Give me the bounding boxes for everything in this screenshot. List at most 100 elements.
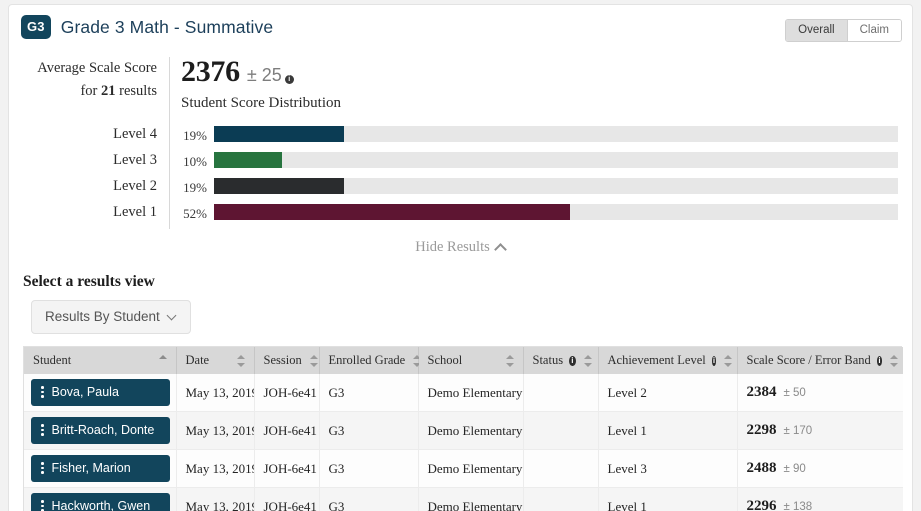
bar-track <box>214 178 898 194</box>
grade-badge: G3 <box>21 15 51 39</box>
student-chip[interactable]: Hackworth, Gwen <box>31 493 170 511</box>
average-score-value: 2376 <box>181 55 240 88</box>
cell-achievement-level: Level 3 <box>598 449 738 488</box>
bar-track <box>214 204 898 220</box>
cell-achievement-level: Level 2 <box>598 374 738 412</box>
chevron-down-icon <box>168 312 177 321</box>
column-header-student[interactable]: Student <box>24 347 177 374</box>
results-table: Student Date Session Enrolled Grade Scho… <box>24 347 903 511</box>
tab-overall[interactable]: Overall <box>786 20 847 41</box>
sort-asc-icon[interactable] <box>151 354 168 367</box>
info-icon[interactable]: i <box>284 75 294 84</box>
student-name: Fisher, Marion <box>51 461 131 475</box>
sort-icon[interactable] <box>302 354 318 367</box>
column-label: Student <box>33 353 72 367</box>
level-label: Level 1 <box>113 204 157 220</box>
cell-date: May 13, 2019 <box>176 449 255 488</box>
scale-score-value: 2298 <box>746 422 777 438</box>
bar-fill <box>214 178 344 194</box>
results-count-label: for 21 results <box>9 83 157 100</box>
cell-school: Demo Elementary <box>418 411 524 450</box>
cell-enrolled-grade: G3 <box>319 449 419 488</box>
column-label: Enrolled Grade <box>328 353 406 367</box>
cell-date: May 13, 2019 <box>176 487 255 511</box>
page-title: Grade 3 Math - Summative <box>60 16 274 37</box>
page-root: G3 Grade 3 Math - Summative Overall Clai… <box>0 0 921 511</box>
sort-icon[interactable] <box>716 354 733 367</box>
cell-status <box>523 374 599 412</box>
table-header-row: Student Date Session Enrolled Grade Scho… <box>24 347 903 374</box>
student-chip[interactable]: Britt-Roach, Donte <box>31 417 170 444</box>
cell-session: JOH-6e41 <box>254 374 320 412</box>
cell-school: Demo Elementary <box>418 449 524 488</box>
results-view-dropdown[interactable]: Results By Student <box>31 300 191 334</box>
header-title-group: G3 Grade 3 Math - Summative <box>21 15 273 39</box>
bar-track <box>214 126 898 142</box>
student-chip[interactable]: Fisher, Marion <box>31 455 170 482</box>
table-row: Britt-Roach, Donte May 13, 2019 JOH-6e41… <box>24 411 903 450</box>
scale-score-value: 2488 <box>746 460 777 476</box>
bar-track <box>214 152 898 168</box>
sort-icon[interactable] <box>498 354 515 367</box>
results-count-prefix: for <box>80 83 102 99</box>
table-row: Bova, Paula May 13, 2019 JOH-6e41 G3 Dem… <box>24 374 903 412</box>
cell-date: May 13, 2019 <box>176 374 255 412</box>
cell-achievement-level: Level 1 <box>598 411 738 450</box>
column-label: Achievement Level <box>607 353 706 367</box>
view-mode-toggle[interactable]: Overall Claim <box>785 19 902 42</box>
kebab-menu-icon[interactable] <box>41 462 44 474</box>
results-view-heading: Select a results view <box>23 273 155 290</box>
sort-icon[interactable] <box>882 354 898 367</box>
error-band-value: ± 170 <box>783 425 813 437</box>
error-band-value: ± 138 <box>783 501 813 511</box>
distribution-row: Level 3 10% <box>9 149 912 175</box>
bar-fill <box>214 204 570 220</box>
average-score-display: 2376 ± 25 i <box>181 55 294 89</box>
column-header-date[interactable]: Date <box>176 347 255 374</box>
column-header-school[interactable]: School <box>418 347 524 374</box>
error-band-value: ± 90 <box>783 463 806 475</box>
column-header-status[interactable]: Status i <box>523 347 599 374</box>
column-header-scale-score[interactable]: Scale Score / Error Band i <box>737 347 903 374</box>
student-chip[interactable]: Bova, Paula <box>31 379 170 406</box>
sort-icon[interactable] <box>576 354 592 367</box>
column-header-enrolled-grade[interactable]: Enrolled Grade <box>319 347 422 374</box>
cell-achievement-level: Level 1 <box>598 487 738 511</box>
results-view-value: Results By Student <box>45 309 160 324</box>
cell-session: JOH-6e41 <box>254 449 320 488</box>
tab-claim[interactable]: Claim <box>846 20 901 41</box>
distribution-row: Level 2 19% <box>9 175 912 201</box>
report-card: G3 Grade 3 Math - Summative Overall Clai… <box>8 4 913 511</box>
cell-session: JOH-6e41 <box>254 411 320 450</box>
hide-results-button[interactable]: Hide Results <box>9 239 912 263</box>
kebab-menu-icon[interactable] <box>41 386 44 398</box>
cell-enrolled-grade: G3 <box>319 487 419 511</box>
sort-icon[interactable] <box>405 354 422 367</box>
bar-fill <box>214 126 344 142</box>
kebab-menu-icon[interactable] <box>41 424 44 436</box>
table-row: Fisher, Marion May 13, 2019 JOH-6e41 G3 … <box>24 449 903 488</box>
column-label: Scale Score / Error Band <box>746 353 871 367</box>
table-header: Student Date Session Enrolled Grade Scho… <box>24 347 903 374</box>
column-header-session[interactable]: Session <box>254 347 320 374</box>
results-count-value: 21 <box>101 83 116 99</box>
card-header: G3 Grade 3 Math - Summative Overall Clai… <box>9 5 912 49</box>
cell-school: Demo Elementary <box>418 374 524 412</box>
kebab-menu-icon[interactable] <box>41 500 44 511</box>
cell-scale-score: 2488 ± 90 <box>737 449 903 488</box>
column-label: Session <box>263 353 302 367</box>
distribution-row: Level 4 19% <box>9 123 912 149</box>
cell-scale-score: 2384 ± 50 <box>737 374 903 412</box>
table-row: Hackworth, Gwen May 13, 2019 JOH-6e41 G3… <box>24 487 903 511</box>
sort-icon[interactable] <box>229 354 246 367</box>
level-label: Level 3 <box>113 152 157 168</box>
cell-student: Fisher, Marion <box>24 449 177 488</box>
cell-status <box>523 411 599 450</box>
level-percent: 19% <box>183 180 207 195</box>
column-label: Date <box>185 353 210 367</box>
cell-student: Britt-Roach, Donte <box>24 411 177 450</box>
summary-section: Average Scale Score for 21 results 2376 … <box>9 49 912 239</box>
cell-scale-score: 2296 ± 138 <box>737 487 903 511</box>
level-label: Level 4 <box>113 126 157 142</box>
column-header-achievement-level[interactable]: Achievement Level i <box>598 347 738 374</box>
